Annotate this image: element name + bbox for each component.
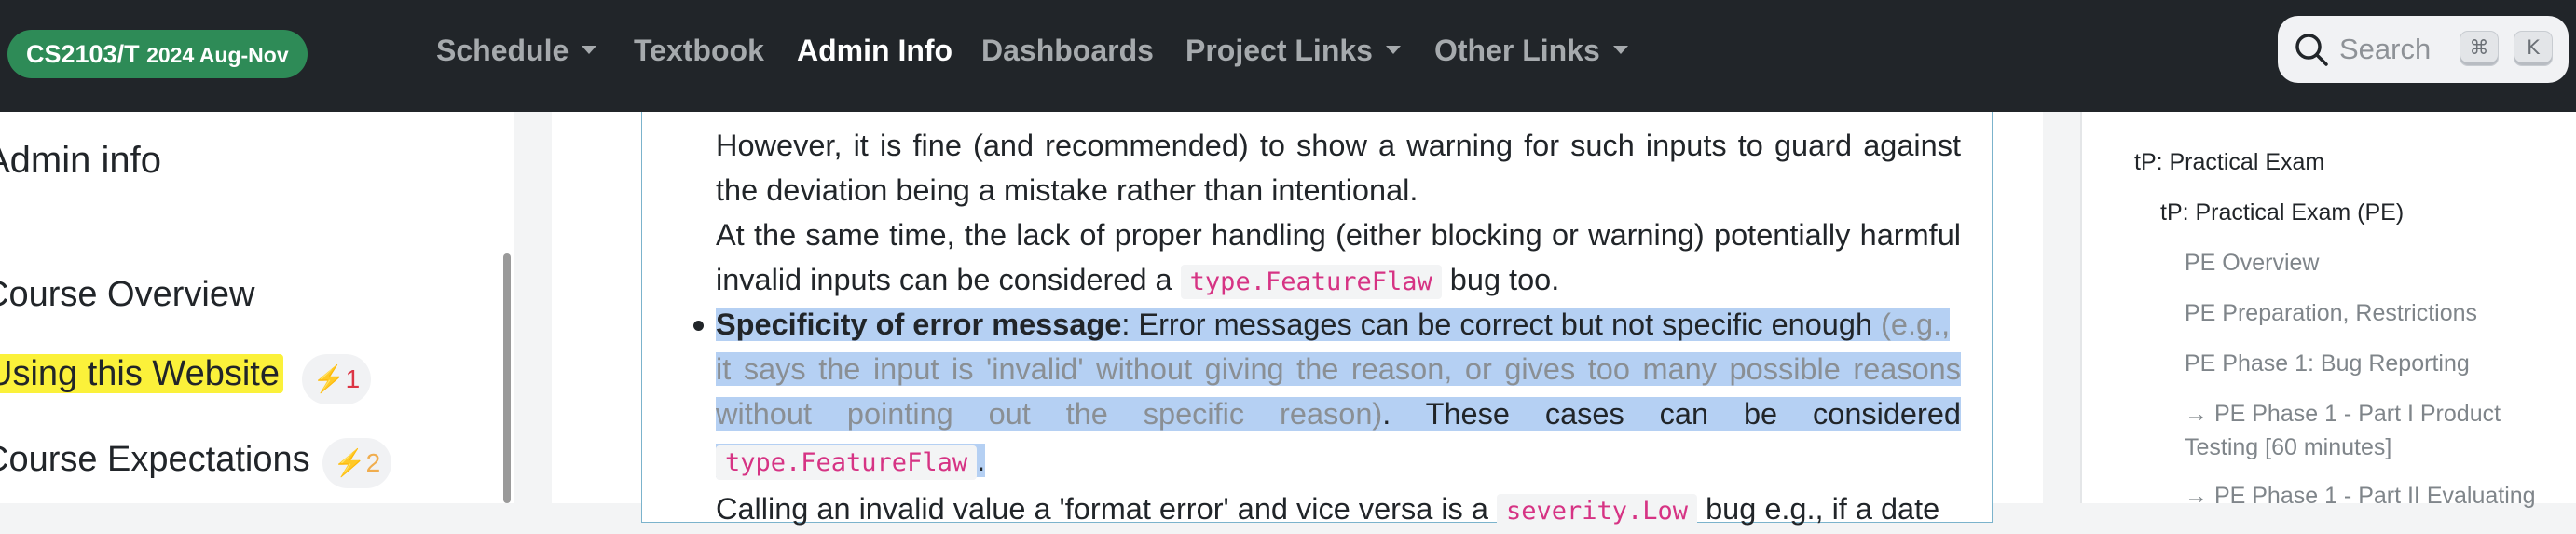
- bullet-line: Specificity of error message: Error mess…: [693, 302, 1961, 347]
- nav-textbook-label: Textbook: [634, 34, 764, 67]
- chevron-down-icon: [1612, 46, 1628, 55]
- nav-dashboards[interactable]: Dashboards: [981, 32, 1154, 69]
- site-brand[interactable]: CS2103/T 2024 Aug-Nov: [7, 30, 308, 78]
- badge-count: 2: [365, 448, 381, 477]
- text-span: . These cases can be considered: [1382, 397, 1961, 431]
- sidebar-item-label: Course Overview: [0, 275, 255, 314]
- sidebar-item-label: Course Expectations: [0, 440, 310, 479]
- toc-item[interactable]: tP: Practical Exam (PE): [2160, 199, 2404, 226]
- content-line: However, it is fine (and recommended) to…: [716, 129, 1961, 162]
- bullet-icon: [693, 321, 704, 331]
- sidebar-item-using-this-website[interactable]: Using this Website: [0, 354, 283, 394]
- command-key-icon: ⌘: [2460, 32, 2498, 65]
- sidebar-scrollbar-thumb[interactable]: [503, 253, 511, 503]
- code-type-featureflaw: type.FeatureFlaw: [716, 445, 978, 480]
- lightning-icon: ⚡: [333, 448, 366, 477]
- nav-other-links-label: Other Links: [1434, 34, 1600, 67]
- chevron-down-icon: [1385, 46, 1401, 55]
- search-icon: [2295, 34, 2328, 66]
- nav-textbook[interactable]: Textbook: [634, 32, 764, 69]
- bullet-heading: Specificity of error message: [716, 308, 1122, 341]
- text-span: invalid inputs can be considered a: [716, 263, 1172, 296]
- chevron-down-icon: [582, 46, 597, 55]
- nav-dashboards-label: Dashboards: [981, 34, 1154, 67]
- nav-other-links[interactable]: Other Links: [1434, 32, 1628, 69]
- partial-top-line: [716, 75, 1961, 119]
- toc-item[interactable]: PE Overview: [2185, 250, 2319, 277]
- toc-item[interactable]: PE Phase 1: Bug Reporting: [2185, 350, 2470, 377]
- text-span: : Error messages can be correct but not …: [1121, 308, 1873, 341]
- toc-item[interactable]: → PE Phase 1 - Part I Product: [2185, 401, 2501, 428]
- nav-schedule-label: Schedule: [436, 34, 569, 67]
- bullet-line: type.FeatureFlaw.: [716, 438, 1961, 483]
- code-type-featureflaw: type.FeatureFlaw: [1180, 265, 1442, 299]
- nav-project-links-label: Project Links: [1185, 34, 1373, 67]
- toc-item[interactable]: Testing [60 minutes]: [2185, 434, 2391, 461]
- text-span: it says the input is 'invalid' without g…: [716, 352, 1961, 386]
- text-span: bug too.: [1449, 263, 1560, 296]
- toc-item[interactable]: tP: Practical Exam: [2134, 149, 2324, 176]
- sidebar-badge-1: ⚡1: [302, 354, 371, 404]
- toc-item[interactable]: → PE Phase 1 - Part II Evaluating: [2185, 483, 2536, 510]
- content-line: At the same time, the lack of proper han…: [716, 218, 1961, 252]
- bullet-line: it says the input is 'invalid' without g…: [716, 347, 1961, 391]
- nav-admin-info-label: Admin Info: [797, 34, 953, 67]
- badge-count: 1: [345, 364, 361, 393]
- page-toc: tP: Practical Exam tP: Practical Exam (P…: [2080, 112, 2576, 509]
- text-span: .: [977, 444, 986, 477]
- sidebar-item-course-overview[interactable]: Course Overview: [0, 275, 254, 315]
- sidebar-title: Admin info: [0, 140, 161, 181]
- content-line: Calling an invalid value a 'format error…: [716, 486, 1961, 531]
- content-line: invalid inputs can be considered a type.…: [716, 257, 1961, 302]
- search-placeholder: Search: [2339, 33, 2432, 65]
- text-span: without pointing out the specific reason…: [716, 397, 1383, 431]
- nav-schedule[interactable]: Schedule: [436, 32, 597, 69]
- nav-project-links[interactable]: Project Links: [1185, 32, 1401, 69]
- sidebar-item-label: Using this Website: [0, 354, 283, 393]
- search-button[interactable]: Search ⌘ K: [2278, 16, 2569, 83]
- sidebar-item-course-expectations[interactable]: Course Expectations: [0, 440, 310, 480]
- lightning-icon: ⚡: [312, 364, 346, 393]
- text-span: bug e.g., if a date: [1706, 492, 1940, 526]
- k-key-hint: K: [2514, 32, 2552, 65]
- left-sidebar: Admin info Course Overview Using this We…: [0, 112, 514, 503]
- brand-term: 2024 Aug-Nov: [146, 43, 289, 67]
- bullet-line: without pointing out the specific reason…: [716, 391, 1961, 436]
- code-severity-low: severity.Low: [1496, 494, 1698, 528]
- brand-course: CS2103/T: [26, 40, 140, 68]
- toc-item[interactable]: PE Preparation, Restrictions: [2185, 300, 2477, 327]
- sidebar-badge-2: ⚡2: [322, 438, 391, 488]
- nav-admin-info[interactable]: Admin Info: [797, 32, 952, 69]
- text-span: (e.g.,: [1881, 308, 1951, 341]
- content-line: the deviation being a mistake rather tha…: [716, 173, 1418, 207]
- text-span: Calling an invalid value a 'format error…: [716, 492, 1488, 526]
